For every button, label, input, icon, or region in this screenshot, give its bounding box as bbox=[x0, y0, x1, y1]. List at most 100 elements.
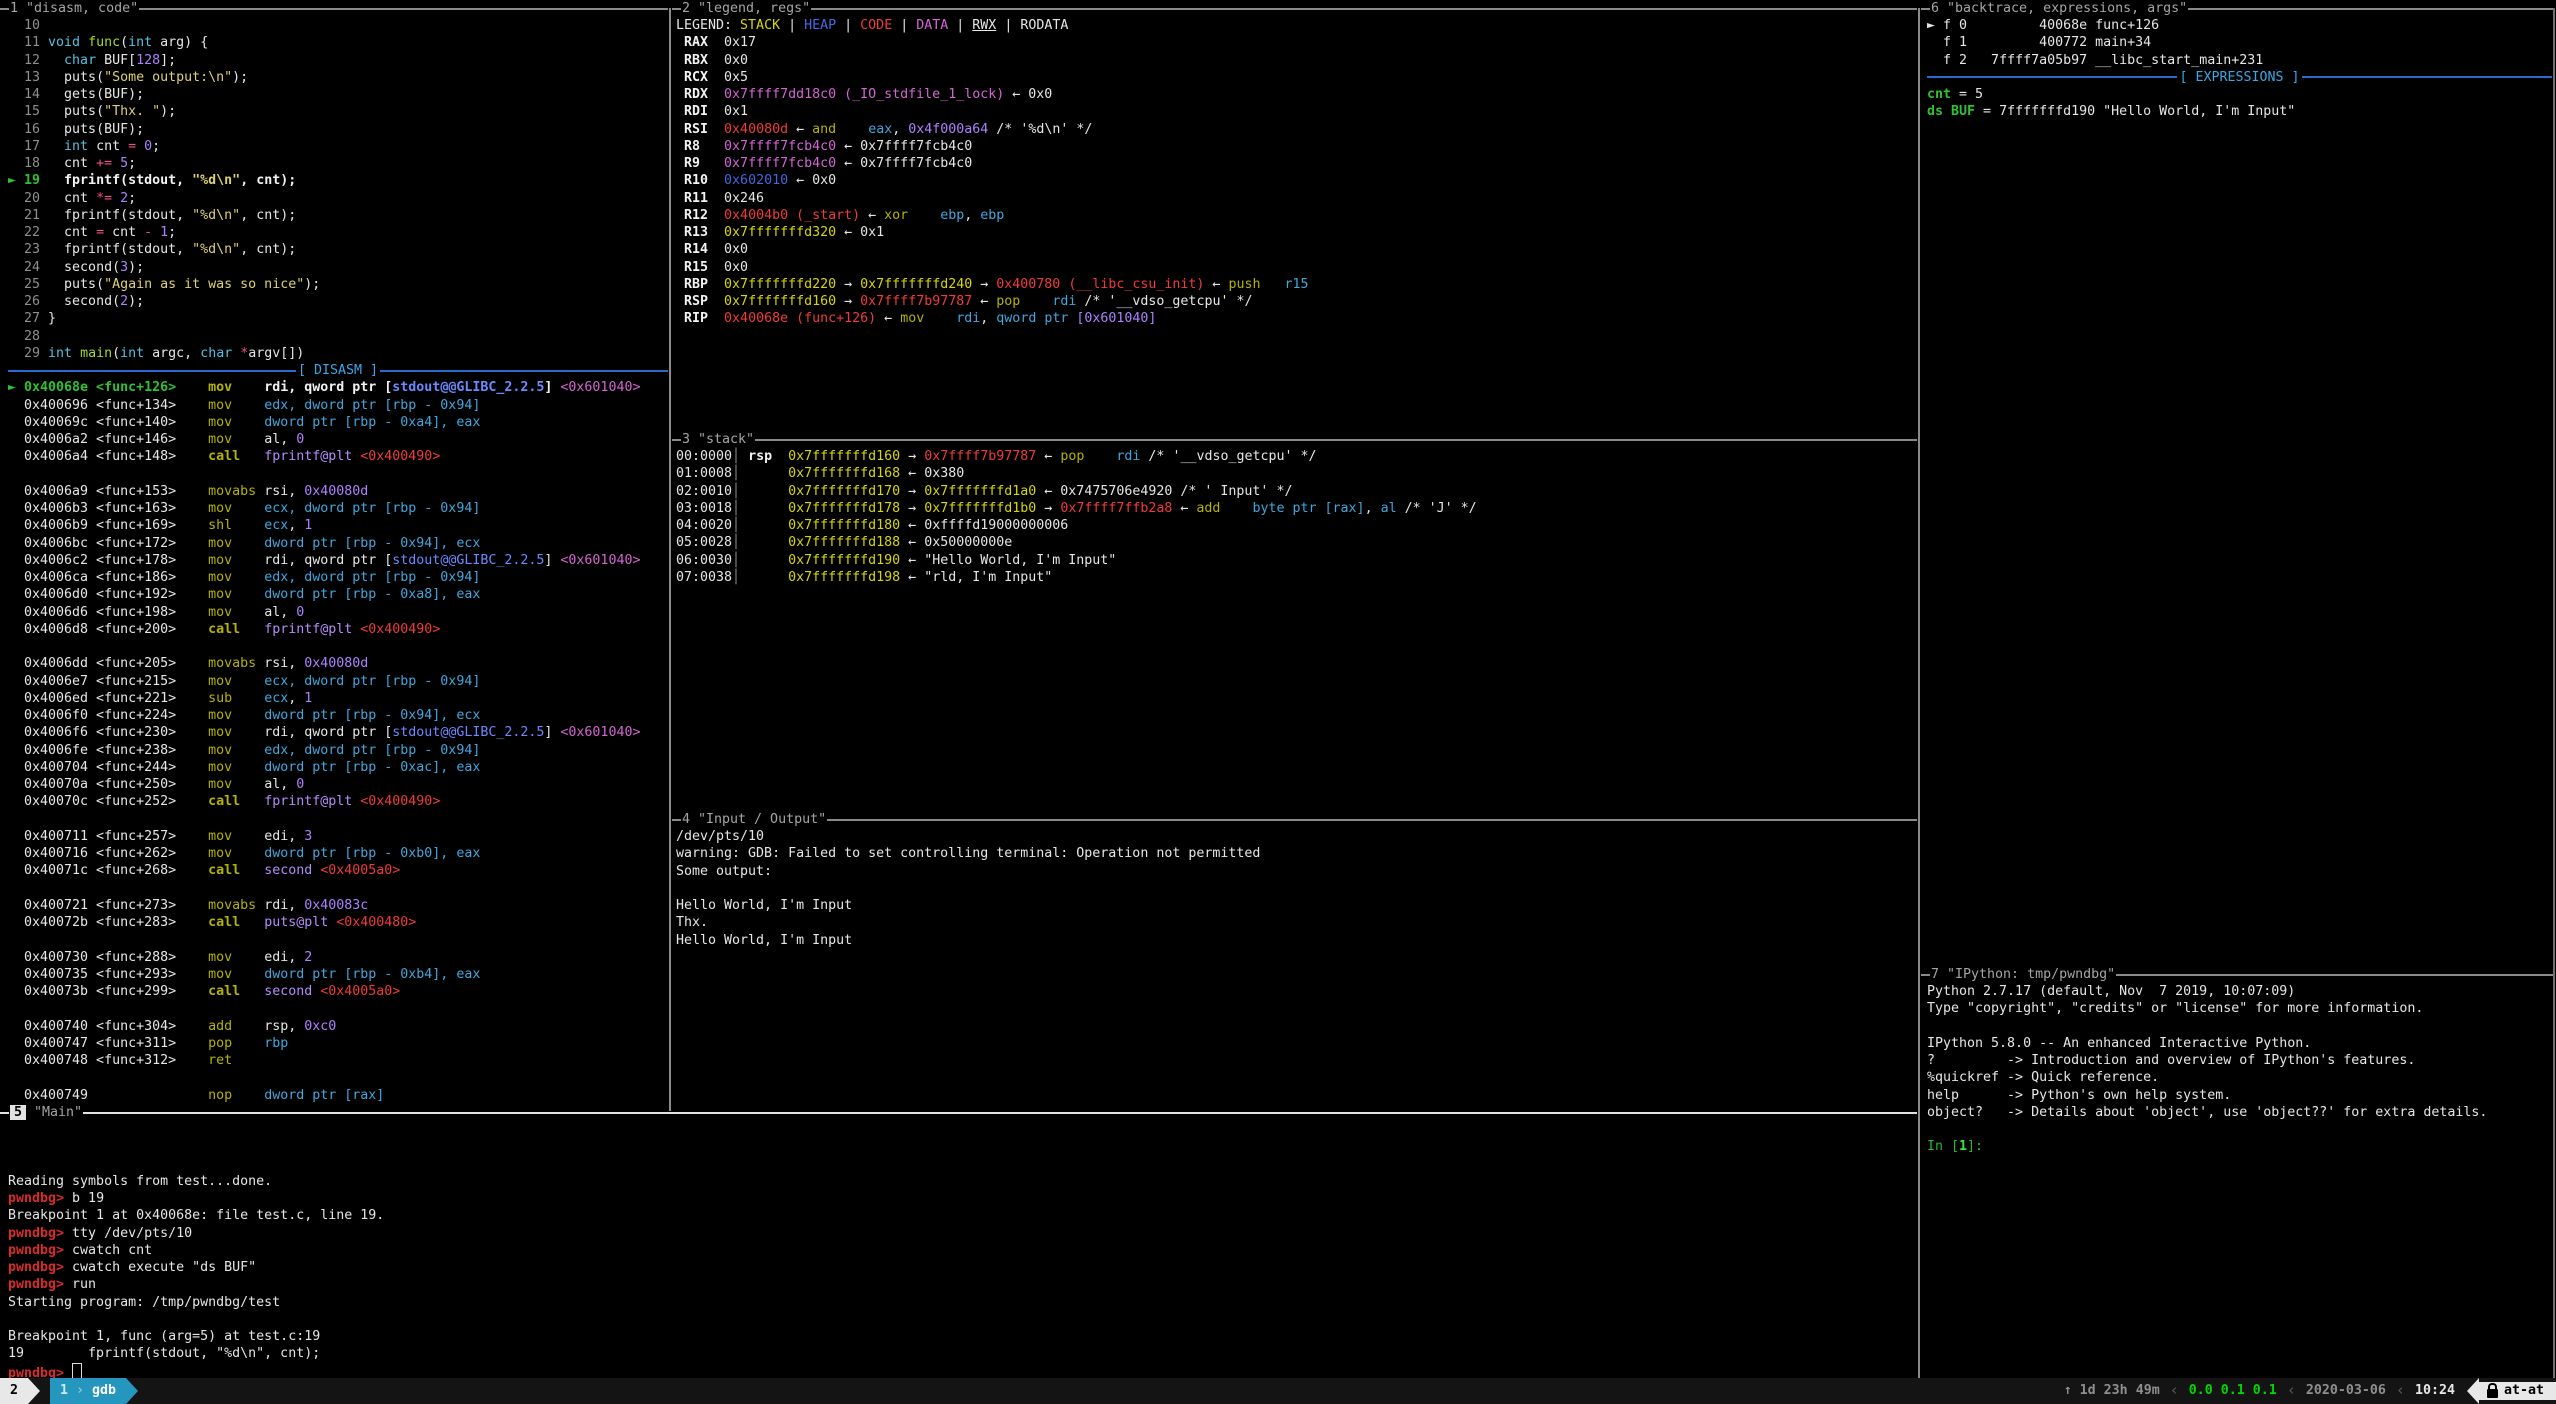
terminal-line: pwndbg> tty /dev/pts/10 bbox=[8, 1225, 1913, 1242]
terminal-line: 0x40070c <func+252> call fprintf@plt <0x… bbox=[8, 793, 668, 810]
terminal-line bbox=[8, 1138, 1913, 1155]
terminal-line: RCX 0x5 bbox=[676, 69, 1916, 86]
pane-title: 7 "IPython: tmp/pwndbg" bbox=[1930, 966, 2116, 983]
terminal-line bbox=[8, 1311, 1913, 1328]
terminal-line: R13 0x7fffffffd320 ← 0x1 bbox=[676, 224, 1916, 241]
clock: 10:24 bbox=[2415, 1382, 2455, 1399]
tmux-screen: { "status_bar": { "session": "2", "windo… bbox=[0, 0, 2556, 1404]
terminal-line: 0x400696 <func+134> mov edx, dword ptr [… bbox=[8, 397, 668, 414]
terminal-line: 0x4006bc <func+172> mov dword ptr [rbp -… bbox=[8, 535, 668, 552]
terminal-line bbox=[1927, 1121, 2552, 1138]
powerline-arrow-icon bbox=[2467, 1378, 2479, 1404]
pane-io[interactable]: /dev/pts/10warning: GDB: Failed to set c… bbox=[676, 828, 1916, 949]
terminal-line: 0x40070a <func+250> mov al, 0 bbox=[8, 776, 668, 793]
terminal-line: 0x400721 <func+273> movabs rdi, 0x40083c bbox=[8, 897, 668, 914]
terminal-line: 0x400747 <func+311> pop rbp bbox=[8, 1035, 668, 1052]
vertical-border-right[interactable] bbox=[1918, 8, 1920, 1378]
terminal-line: 28 bbox=[8, 328, 668, 345]
pane-stack[interactable]: 00:0000│ rsp 0x7fffffffd160 → 0x7ffff7b9… bbox=[676, 448, 1916, 586]
terminal-line: object? -> Details about 'object', use '… bbox=[1927, 1104, 2552, 1121]
window-tab-gdb[interactable]: 1›gdb bbox=[50, 1378, 126, 1404]
pane-title: 6 "backtrace, expressions, args" bbox=[1930, 0, 2188, 17]
pane-title: 2 "legend, regs" bbox=[681, 0, 811, 17]
terminal-line bbox=[8, 811, 668, 828]
chevron-icon: › bbox=[76, 1382, 84, 1399]
vertical-border-left[interactable] bbox=[669, 8, 671, 1111]
terminal-line: R12 0x4004b0 (_start) ← xor ebp, ebp bbox=[676, 207, 1916, 224]
terminal-line: 12 char BUF[128]; bbox=[8, 52, 668, 69]
pane-border-disasm-code: 1 "disasm, code" bbox=[0, 0, 668, 17]
terminal-line: R9 0x7ffff7fcb4c0 ← 0x7ffff7fcb4c0 bbox=[676, 155, 1916, 172]
tmux-status-bar: 2 1›gdb ↑ 1d 23h 49m ‹ 0.0 0.1 0.1 ‹ 202… bbox=[0, 1378, 2556, 1404]
hostname: at-at bbox=[2504, 1382, 2544, 1399]
terminal-line: 06:0030│ 0x7fffffffd190 ← "Hello World, … bbox=[676, 552, 1916, 569]
pane-title: 1 "disasm, code" bbox=[9, 0, 139, 17]
terminal-line: 27 } bbox=[8, 310, 668, 327]
terminal-line: 0x40069c <func+140> mov dword ptr [rbp -… bbox=[8, 414, 668, 431]
terminal-line: R15 0x0 bbox=[676, 259, 1916, 276]
terminal-line: In [1]: bbox=[1927, 1138, 2552, 1155]
terminal-line: RIP 0x40068e (func+126) ← mov rdi, qword… bbox=[676, 310, 1916, 327]
pane-border-backtrace: 6 "backtrace, expressions, args" bbox=[1921, 0, 2554, 17]
terminal-line: 0x400740 <func+304> add rsp, 0xc0 bbox=[8, 1018, 668, 1035]
terminal-line: Python 2.7.17 (default, Nov 7 2019, 10:0… bbox=[1927, 983, 2552, 1000]
terminal-line bbox=[8, 466, 668, 483]
terminal-line: 0x4006b3 <func+163> mov ecx, dword ptr [… bbox=[8, 500, 668, 517]
pane-title: 4 "Input / Output" bbox=[681, 811, 827, 828]
date: 2020-03-06 bbox=[2306, 1382, 2386, 1399]
terminal-line bbox=[8, 1156, 1913, 1173]
terminal-line: f 2 7ffff7a05b97 __libc_start_main+231 bbox=[1927, 52, 2552, 69]
terminal-line: %quickref -> Quick reference. bbox=[1927, 1069, 2552, 1086]
terminal-line: ► f 0 40068e func+126 bbox=[1927, 17, 2552, 34]
terminal-line: 16 puts(BUF); bbox=[8, 121, 668, 138]
terminal-line: 0x400748 <func+312> ret bbox=[8, 1052, 668, 1069]
terminal-line: RSI 0x40080d ← and eax, 0x4f000a64 /* '%… bbox=[676, 121, 1916, 138]
pane-disasm-code[interactable]: 10 11 void func(int arg) { 12 char BUF[1… bbox=[8, 17, 668, 1104]
pane-border-main: 5 "Main" bbox=[0, 1104, 1917, 1121]
terminal-line: 21 fprintf(stdout, "%d\n", cnt); bbox=[8, 207, 668, 224]
status-right: ↑ 1d 23h 49m ‹ 0.0 0.1 0.1 ‹ 2020-03-06 … bbox=[2064, 1378, 2556, 1404]
pane-ipython[interactable]: Python 2.7.17 (default, Nov 7 2019, 10:0… bbox=[1927, 983, 2552, 1156]
powerline-arrow-icon bbox=[126, 1378, 138, 1404]
terminal-line: RSP 0x7fffffffd160 → 0x7ffff7b97787 ← po… bbox=[676, 293, 1916, 310]
terminal-line: 25 puts("Again as it was so nice"); bbox=[8, 276, 668, 293]
terminal-line: Reading symbols from test...done. bbox=[8, 1173, 1913, 1190]
session-name[interactable]: 2 bbox=[0, 1378, 28, 1404]
terminal-line: RDX 0x7ffff7dd18c0 (_IO_stdfile_1_lock) … bbox=[676, 86, 1916, 103]
terminal-line: 0x400711 <func+257> mov edi, 3 bbox=[8, 828, 668, 845]
terminal-line: IPython 5.8.0 -- An enhanced Interactive… bbox=[1927, 1035, 2552, 1052]
terminal-line: R14 0x0 bbox=[676, 241, 1916, 258]
terminal-line: 13 puts("Some output:\n"); bbox=[8, 69, 668, 86]
terminal-line: /dev/pts/10 bbox=[676, 828, 1916, 845]
terminal-line: 20 cnt *= 2; bbox=[8, 190, 668, 207]
terminal-line: 0x4006d0 <func+192> mov dword ptr [rbp -… bbox=[8, 586, 668, 603]
terminal-line: 0x4006f0 <func+224> mov dword ptr [rbp -… bbox=[8, 707, 668, 724]
terminal-line: 0x40071c <func+268> call second <0x4005a… bbox=[8, 862, 668, 879]
terminal-line bbox=[8, 1069, 668, 1086]
terminal-line bbox=[8, 638, 668, 655]
terminal-line: 0x4006ca <func+186> mov edx, dword ptr [… bbox=[8, 569, 668, 586]
terminal-line: pwndbg> cwatch cnt bbox=[8, 1242, 1913, 1259]
terminal-line: 0x400704 <func+244> mov dword ptr [rbp -… bbox=[8, 759, 668, 776]
pane-backtrace[interactable]: ► f 0 40068e func+126 f 1 400772 main+34… bbox=[1927, 17, 2552, 121]
terminal-line: help -> Python's own help system. bbox=[1927, 1087, 2552, 1104]
terminal-line: 02:0010│ 0x7fffffffd170 → 0x7fffffffd1a0… bbox=[676, 483, 1916, 500]
terminal-line: Breakpoint 1, func (arg=5) at test.c:19 bbox=[8, 1328, 1913, 1345]
pane-title: 5 "Main" bbox=[9, 1104, 83, 1121]
uptime: 1d 23h 49m bbox=[2080, 1382, 2160, 1399]
terminal-line: 0x4006a2 <func+146> mov al, 0 bbox=[8, 431, 668, 448]
terminal-line: RBX 0x0 bbox=[676, 52, 1916, 69]
terminal-line: 17 int cnt = 0; bbox=[8, 138, 668, 155]
terminal-line bbox=[8, 1000, 668, 1017]
pane-legend-regs[interactable]: LEGEND: STACK | HEAP | CODE | DATA | RWX… bbox=[676, 17, 1916, 328]
pane-border-legend-regs: 2 "legend, regs" bbox=[672, 0, 1917, 17]
terminal-line: 18 cnt += 5; bbox=[8, 155, 668, 172]
terminal-line: LEGEND: STACK | HEAP | CODE | DATA | RWX… bbox=[676, 17, 1916, 34]
terminal-line: 0x4006a9 <func+153> movabs rsi, 0x40080d bbox=[8, 483, 668, 500]
pane-main[interactable]: Reading symbols from test...done. pwndbg>… bbox=[8, 1121, 1913, 1380]
context-separator: [ DISASM ] bbox=[8, 362, 668, 379]
terminal-line bbox=[676, 880, 1916, 897]
terminal-line: pwndbg> cwatch execute "ds BUF" bbox=[8, 1259, 1913, 1276]
terminal-line bbox=[8, 880, 668, 897]
separator-icon: ‹ bbox=[2170, 1382, 2179, 1399]
